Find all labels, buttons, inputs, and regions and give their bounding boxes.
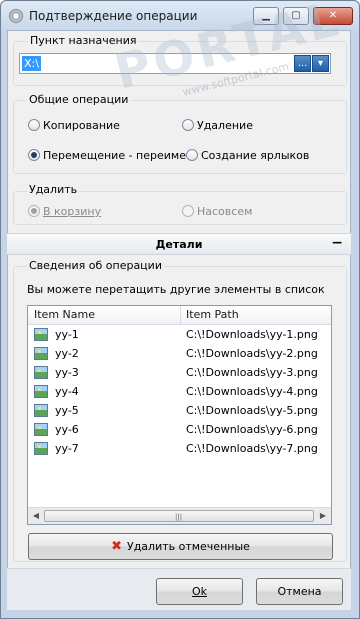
- horizontal-scrollbar[interactable]: ◀ ||| ▶: [28, 507, 331, 524]
- item-path: C:\!Downloads\yy-6.png: [186, 423, 318, 436]
- cancel-button[interactable]: Отмена: [256, 578, 343, 605]
- details-title: Детали: [155, 238, 203, 251]
- destination-label: Пункт назначения: [28, 34, 139, 47]
- list-item[interactable]: yy-2 C:\!Downloads\yy-2.png: [28, 345, 331, 363]
- item-name: yy-1: [55, 328, 79, 341]
- destination-value[interactable]: X:\: [22, 56, 41, 71]
- close-button[interactable]: ✕: [313, 7, 353, 25]
- radio-delete[interactable]: Удаление: [182, 118, 253, 134]
- scroll-left-icon[interactable]: ◀: [29, 510, 43, 522]
- radio-dot[interactable]: [28, 119, 40, 131]
- image-file-icon: [34, 328, 48, 341]
- radio-copy[interactable]: Копирование: [28, 118, 120, 134]
- radio-recycle-bin-label: В корзину: [43, 205, 102, 218]
- title-bar[interactable]: Подтверждение операции ▁ ▢ ✕: [1, 1, 359, 31]
- drag-hint: Вы можете перетащить другие элементы в с…: [27, 283, 325, 296]
- item-name: yy-7: [55, 442, 79, 455]
- item-path: C:\!Downloads\yy-1.png: [186, 328, 318, 341]
- scrollbar-thumb[interactable]: |||: [44, 510, 314, 522]
- item-name: yy-6: [55, 423, 79, 436]
- app-icon: [9, 9, 23, 23]
- item-path: C:\!Downloads\yy-2.png: [186, 347, 318, 360]
- radio-move-label: Перемещение - переиме: [43, 149, 186, 162]
- delete-mode-label: Удалить: [27, 183, 80, 196]
- radio-shortcuts-label: Создание ярлыков: [201, 149, 310, 162]
- radio-permanent[interactable]: Насовсем: [182, 204, 252, 220]
- destination-combobox[interactable]: X:\ ... ▾: [19, 53, 331, 74]
- list-item[interactable]: yy-5 C:\!Downloads\yy-5.png: [28, 402, 331, 420]
- items-listview[interactable]: Item Name Item Path yy-1 C:\!Downloads\y…: [27, 305, 332, 525]
- radio-move-rename[interactable]: Перемещение - переиме: [28, 148, 186, 164]
- radio-dot[interactable]: [182, 205, 194, 217]
- column-item-path[interactable]: Item Path: [186, 308, 239, 321]
- image-file-icon: [34, 347, 48, 360]
- item-path: C:\!Downloads\yy-4.png: [186, 385, 318, 398]
- radio-recycle-bin[interactable]: В корзину: [28, 204, 101, 220]
- item-path: C:\!Downloads\yy-3.png: [186, 366, 318, 379]
- column-item-name[interactable]: Item Name: [34, 308, 95, 321]
- image-file-icon: [34, 385, 48, 398]
- minimize-button[interactable]: ▁: [253, 7, 279, 25]
- radio-dot[interactable]: [28, 149, 40, 161]
- radio-permanent-label: Насовсем: [197, 205, 253, 218]
- image-file-icon: [34, 423, 48, 436]
- radio-dot[interactable]: [28, 205, 40, 217]
- details-bar[interactable]: Детали −: [7, 233, 351, 255]
- cancel-label: Отмена: [277, 585, 322, 598]
- window-title: Подтверждение операции: [29, 9, 198, 23]
- delete-selected-button[interactable]: ✖ Удалить отмеченные: [28, 533, 333, 560]
- list-item[interactable]: yy-7 C:\!Downloads\yy-7.png: [28, 440, 331, 458]
- maximize-button[interactable]: ▢: [283, 7, 309, 25]
- item-name: yy-2: [55, 347, 79, 360]
- item-path: C:\!Downloads\yy-7.png: [186, 442, 318, 455]
- scroll-right-icon[interactable]: ▶: [316, 510, 330, 522]
- item-name: yy-5: [55, 404, 79, 417]
- operations-label: Общие операции: [27, 93, 131, 106]
- radio-delete-label: Удаление: [197, 119, 253, 132]
- radio-shortcuts[interactable]: Создание ярлыков: [186, 148, 309, 164]
- grip-icon: |||: [175, 513, 183, 521]
- list-item[interactable]: yy-4 C:\!Downloads\yy-4.png: [28, 383, 331, 401]
- ok-button[interactable]: Ok: [156, 578, 243, 605]
- list-item[interactable]: yy-6 C:\!Downloads\yy-6.png: [28, 421, 331, 439]
- browse-button[interactable]: ...: [294, 55, 311, 72]
- chevron-down-icon[interactable]: ▾: [312, 55, 329, 72]
- radio-copy-label: Копирование: [43, 119, 120, 132]
- item-path: C:\!Downloads\yy-5.png: [186, 404, 318, 417]
- list-item[interactable]: yy-1 C:\!Downloads\yy-1.png: [28, 326, 331, 344]
- ok-label: Ok: [191, 585, 208, 598]
- radio-dot[interactable]: [186, 149, 198, 161]
- image-file-icon: [34, 404, 48, 417]
- collapse-icon[interactable]: −: [331, 235, 343, 251]
- delete-selected-label: Удалить отмеченные: [126, 540, 250, 553]
- list-item[interactable]: yy-3 C:\!Downloads\yy-3.png: [28, 364, 331, 382]
- item-name: yy-3: [55, 366, 79, 379]
- item-name: yy-4: [55, 385, 79, 398]
- list-header: Item Name Item Path: [28, 306, 331, 325]
- image-file-icon: [34, 366, 48, 379]
- image-file-icon: [34, 442, 48, 455]
- radio-dot[interactable]: [182, 119, 194, 131]
- column-separator[interactable]: [180, 306, 181, 325]
- operation-info-label: Сведения об операции: [27, 259, 164, 272]
- delete-x-icon: ✖: [111, 539, 122, 554]
